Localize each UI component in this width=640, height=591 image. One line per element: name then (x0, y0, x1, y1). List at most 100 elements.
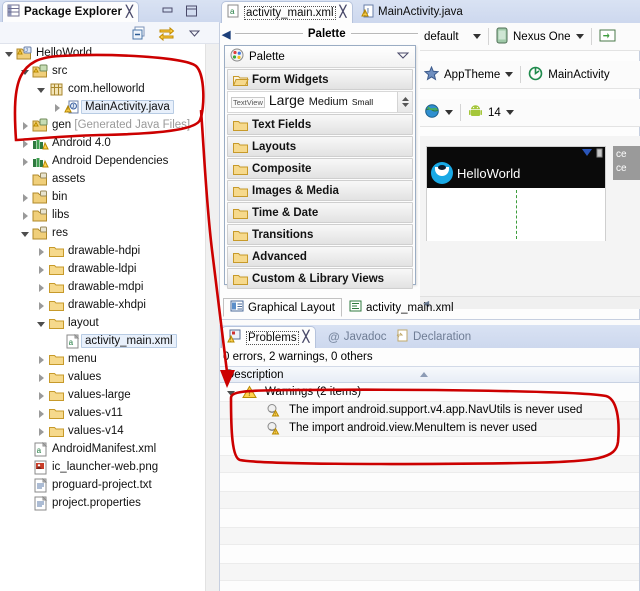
config-selected-label[interactable]: default (424, 31, 468, 43)
twisty-expanded-icon[interactable] (20, 228, 31, 239)
palette-group-custom-library-views[interactable]: Custom & Library Views (227, 268, 413, 289)
package-explorer-scrollbar[interactable] (205, 44, 219, 591)
minimize-icon[interactable] (161, 5, 174, 17)
twisty-collapsed-icon[interactable] (52, 102, 63, 113)
tree-item[interactable]: drawable-mdpi (0, 278, 205, 296)
tree-item[interactable]: ic_launcher-web.png (0, 458, 205, 476)
tree-item[interactable]: values-v14 (0, 422, 205, 440)
twisty-collapsed-icon[interactable] (36, 282, 47, 293)
problems-column-header[interactable]: Description (220, 366, 639, 383)
palette-group-list[interactable]: Form Widgets TextView Large Medium Small Text… (225, 69, 415, 289)
twisty-collapsed-icon[interactable] (36, 354, 47, 365)
tab-package-explorer[interactable]: Package Explorer ╳ (2, 1, 139, 22)
twisty-collapsed-icon[interactable] (36, 426, 47, 437)
tree-item[interactable]: bin (0, 188, 205, 206)
palette-group-transitions[interactable]: Transitions (227, 224, 413, 245)
device-content-area[interactable] (427, 188, 605, 241)
view-menu-icon[interactable] (186, 25, 203, 41)
palette-widget-samples[interactable]: TextView Large Medium Small (227, 91, 413, 113)
twisty-expanded-icon[interactable] (36, 84, 47, 95)
chevron-left-icon[interactable]: ◀ (222, 28, 230, 41)
close-icon[interactable]: ╳ (126, 6, 133, 18)
twisty-collapsed-icon[interactable] (36, 246, 47, 257)
tree-item[interactable]: drawable-hdpi (0, 242, 205, 260)
widget-textview[interactable]: TextView (231, 97, 265, 108)
palette-group-composite[interactable]: Composite (227, 158, 413, 179)
tree-item[interactable]: values-large (0, 386, 205, 404)
tree-item[interactable]: values-v11 (0, 404, 205, 422)
tree-item[interactable]: J HelloWorld (0, 44, 205, 62)
twisty-collapsed-icon[interactable] (20, 156, 31, 167)
twisty-collapsed-icon[interactable] (20, 210, 31, 221)
twisty-collapsed-icon[interactable] (20, 138, 31, 149)
tree-item[interactable]: drawable-xhdpi (0, 296, 205, 314)
widget-large[interactable]: Large (269, 92, 305, 108)
tree-item[interactable]: values (0, 368, 205, 386)
twisty-collapsed-icon[interactable] (36, 390, 47, 401)
palette-group-advanced[interactable]: Advanced (227, 246, 413, 267)
tree-item[interactable]: gen [Generated Java Files] (0, 116, 205, 134)
widget-medium[interactable]: Medium (309, 96, 348, 108)
subtab-activity-main-xml[interactable]: activity_main.xml (342, 298, 461, 317)
palette-group-text-fields[interactable]: Text Fields (227, 114, 413, 135)
palette-group-layouts[interactable]: Layouts (227, 136, 413, 157)
tree-item[interactable]: Android 4.0 (0, 134, 205, 152)
tree-item[interactable]: Android Dependencies (0, 152, 205, 170)
twisty-collapsed-icon[interactable] (36, 408, 47, 419)
twisty-expanded-icon[interactable] (4, 48, 15, 59)
tree-item[interactable]: res (0, 224, 205, 242)
twisty-collapsed-icon[interactable] (36, 264, 47, 275)
palette-group-images-media[interactable]: Images & Media (227, 180, 413, 201)
tree-item[interactable]: menu (0, 350, 205, 368)
close-icon[interactable]: ╳ (303, 332, 310, 343)
palette-scroll-stepper[interactable] (397, 92, 412, 112)
tree-item[interactable]: proguard-project.txt (0, 476, 205, 494)
twisty-expanded-icon[interactable] (226, 387, 237, 398)
palette-group-form-widgets[interactable]: Form Widgets (227, 69, 413, 90)
chevron-down-icon[interactable] (396, 50, 410, 63)
maximize-icon[interactable] (185, 5, 198, 17)
collapse-all-icon[interactable] (131, 25, 148, 41)
tree-item[interactable]: a activity_main.xml (0, 332, 205, 350)
chevron-down-icon[interactable] (575, 34, 584, 39)
activity-selected-label[interactable]: MainActivity (548, 69, 609, 81)
tree-item[interactable]: project.properties (0, 494, 205, 512)
subtab-graphical-layout[interactable]: Graphical Layout (223, 298, 342, 317)
chevron-down-icon[interactable] (445, 110, 453, 115)
package-explorer-tree[interactable]: J HelloWorld src com.helloworld J! MainActivi… (0, 44, 205, 591)
orientation-icon[interactable] (599, 28, 616, 46)
chevron-down-icon[interactable] (505, 110, 514, 115)
tree-item[interactable]: drawable-ldpi (0, 260, 205, 278)
link-with-editor-icon[interactable] (158, 25, 175, 42)
tree-item[interactable]: assets (0, 170, 205, 188)
tab-javadoc[interactable]: @ Javadoc (323, 326, 393, 348)
twisty-collapsed-icon[interactable] (20, 120, 31, 131)
close-icon[interactable]: ╳ (340, 7, 347, 18)
palette-group-time-date[interactable]: Time & Date (227, 202, 413, 223)
widget-small[interactable]: Small (352, 97, 373, 107)
twisty-collapsed-icon[interactable] (20, 192, 31, 203)
problem-row[interactable]: ! Warnings (2 items) (220, 383, 639, 401)
twisty-collapsed-icon[interactable] (36, 372, 47, 383)
tab-problems[interactable]: ! Problems ╳ (221, 326, 317, 348)
chevron-down-icon[interactable] (505, 72, 514, 77)
twisty-collapsed-icon[interactable] (36, 300, 47, 311)
tab-activity-main-xml[interactable]: a activity_main.xml ╳ (221, 1, 354, 23)
tree-item[interactable]: com.helloworld (0, 80, 205, 98)
problem-row[interactable]: ! The import android.view.MenuItem is nev… (220, 419, 639, 437)
tab-mainactivity-java[interactable]: J! MainActivity.java (356, 1, 469, 23)
theme-selected-label[interactable]: AppTheme (444, 69, 500, 81)
chevron-down-icon[interactable] (473, 34, 481, 39)
twisty-expanded-icon[interactable] (36, 318, 47, 329)
tab-declaration[interactable]: Declaration (391, 326, 477, 348)
tree-item[interactable]: a AndroidManifest.xml (0, 440, 205, 458)
problems-row-list[interactable]: ! Warnings (2 items)! The import android.s… (220, 383, 639, 591)
device-selected-label[interactable]: Nexus One (513, 31, 571, 43)
tree-item[interactable]: libs (0, 206, 205, 224)
layout-preview-canvas[interactable]: HelloWorld ce ce (420, 136, 640, 296)
twisty-expanded-icon[interactable] (20, 66, 31, 77)
tree-item[interactable]: layout (0, 314, 205, 332)
problem-row[interactable]: ! The import android.support.v4.app.NavUt… (220, 401, 639, 419)
tree-item[interactable]: src (0, 62, 205, 80)
tree-item[interactable]: J! MainActivity.java (0, 98, 205, 116)
